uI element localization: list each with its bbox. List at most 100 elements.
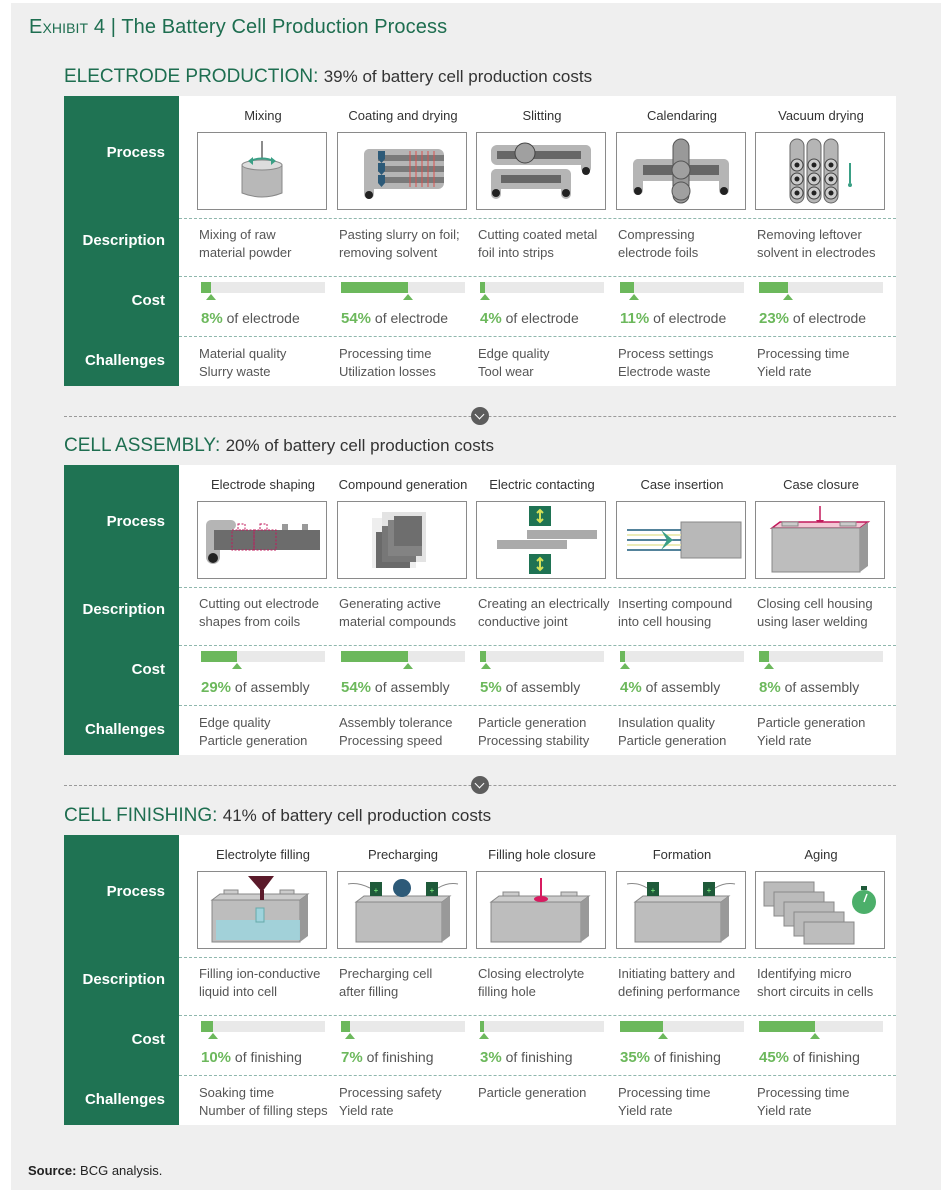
step-description-line: foil into strips: [478, 245, 554, 260]
cost-bar-fill: [341, 1021, 350, 1032]
step-description-line: Cutting out electrode: [199, 596, 319, 611]
exhibit-title: Exhibit 4 | The Battery Cell Production …: [29, 16, 447, 39]
process-step: Calendaring Compressing electrode foils …: [616, 96, 748, 386]
cost-label: 8% of assembly: [759, 679, 859, 696]
cost-bar: [480, 651, 604, 669]
cost-label: 54% of assembly: [341, 679, 450, 696]
step-description-line: Filling ion-conductive: [199, 966, 321, 981]
compound-generation-icon: [337, 501, 467, 579]
cost-suffix: of electrode: [792, 310, 867, 326]
cost-suffix: of finishing: [792, 1049, 860, 1065]
cost-bar: [479, 282, 604, 300]
cost-marker-icon: [658, 1033, 669, 1039]
step-title: Precharging: [367, 847, 439, 862]
cost-suffix: of finishing: [505, 1049, 573, 1065]
exhibit-divider: |: [110, 16, 117, 38]
step-description-line: solvent in electrodes: [757, 245, 876, 260]
step-description: Pasting slurry on foil; removing solvent: [339, 226, 460, 262]
cost-marker-icon: [763, 663, 774, 669]
row-label-description: Description: [82, 971, 165, 988]
cost-label: 35% of finishing: [620, 1049, 721, 1066]
step-description: Cutting coated metal foil into strips: [478, 226, 597, 262]
step-challenges: Insulation quality Particle generation: [618, 714, 726, 750]
cost-label: 23% of electrode: [759, 310, 866, 327]
cost-percent: 54%: [341, 679, 372, 696]
cost-marker-icon: [628, 294, 639, 300]
row-label-cost: Cost: [131, 1031, 165, 1048]
step-description-line: after filling: [339, 984, 399, 999]
challenge-item: Edge quality: [199, 715, 271, 730]
cost-bar-fill: [341, 651, 408, 662]
step-description-line: filling hole: [478, 984, 536, 999]
step-challenges: Processing time Utilization losses: [339, 345, 436, 381]
section-share: 39% of battery cell production costs: [323, 67, 593, 86]
challenge-item: Edge quality: [478, 346, 550, 361]
section-title: CELL ASSEMBLY: 20% of battery cell produ…: [64, 435, 494, 457]
electric-contacting-icon: [476, 501, 606, 579]
cost-suffix: of electrode: [505, 310, 579, 326]
step-title: Filling hole closure: [488, 847, 596, 862]
cost-suffix: of electrode: [226, 310, 300, 326]
cost-label: 29% of assembly: [201, 679, 310, 696]
cost-suffix: of assembly: [645, 679, 721, 695]
cost-bar-fill: [341, 282, 408, 293]
cost-suffix: of finishing: [234, 1049, 302, 1065]
case-insertion-icon: [616, 501, 746, 579]
step-description-line: Closing electrolyte: [478, 966, 585, 981]
cost-suffix: of assembly: [505, 679, 581, 695]
row-label-process: Process: [106, 513, 165, 530]
step-description: Creating an electrically conductive join…: [478, 595, 610, 631]
section-name: CELL FINISHING:: [64, 805, 218, 826]
step-description: Initiating battery and defining performa…: [618, 965, 740, 1001]
step-description-line: Identifying micro: [757, 966, 852, 981]
step-description: Identifying micro short circuits in cell…: [757, 965, 873, 1001]
precharging-icon: + +: [337, 871, 467, 949]
cost-bar-fill: [480, 651, 487, 662]
step-description: Filling ion-conductive liquid into cell: [199, 965, 320, 1001]
cost-marker-icon: [481, 663, 492, 669]
challenge-item: Slurry waste: [199, 364, 271, 379]
cost-bar: [201, 282, 325, 300]
cost-label: 5% of assembly: [480, 679, 580, 696]
cost-suffix: of finishing: [653, 1049, 721, 1065]
challenge-item: Tool wear: [478, 364, 534, 379]
formation-icon: + +: [616, 871, 746, 949]
challenge-item: Processing stability: [478, 733, 590, 748]
cost-label: 4% of assembly: [620, 679, 720, 696]
process-table: Process Description Cost Challenges Mixi…: [64, 96, 896, 386]
step-challenges: Assembly tolerance Processing speed: [339, 714, 452, 750]
cost-label: 7% of finishing: [341, 1049, 434, 1066]
cost-bar-fill: [620, 282, 634, 293]
step-title: Electric contacting: [489, 477, 595, 492]
cost-bar: [341, 651, 465, 669]
cost-label: 10% of finishing: [201, 1049, 302, 1066]
section-name: CELL ASSEMBLY:: [64, 435, 221, 456]
process-step: Electrolyte filling Filling ion-conducti…: [197, 835, 329, 1125]
step-description: Closing electrolyte filling hole: [478, 965, 584, 1001]
step-description-line: shapes from coils: [199, 614, 301, 629]
challenge-item: Yield rate: [339, 1103, 394, 1118]
cost-label: 4% of electrode: [480, 310, 579, 327]
cost-label: 54% of electrode: [341, 310, 448, 327]
step-description-line: Mixing of raw: [199, 227, 276, 242]
cost-percent: 8%: [759, 679, 781, 696]
challenge-item: Processing time: [618, 1085, 711, 1100]
step-description-line: Cutting coated metal: [478, 227, 598, 242]
cost-label: 8% of electrode: [201, 310, 300, 327]
step-description-line: using laser welding: [757, 614, 868, 629]
step-description: Mixing of raw material powder: [199, 226, 292, 262]
step-challenges: Processing safety Yield rate: [339, 1084, 442, 1120]
row-labels: Process Description Cost Challenges: [64, 96, 179, 386]
challenge-item: Yield rate: [757, 733, 812, 748]
cost-marker-icon: [205, 294, 216, 300]
step-title: Coating and drying: [348, 108, 458, 123]
cost-suffix: of assembly: [784, 679, 860, 695]
cost-bar-fill: [620, 1021, 664, 1032]
step-challenges: Processing time Yield rate: [757, 1084, 849, 1120]
step-challenges: Material quality Slurry waste: [199, 345, 286, 381]
challenge-item: Material quality: [199, 346, 287, 361]
cost-bar-fill: [759, 1021, 815, 1032]
challenge-item: Processing speed: [339, 733, 443, 748]
challenge-item: Yield rate: [757, 1103, 812, 1118]
exhibit-heading: The Battery Cell Production Process: [121, 16, 448, 38]
